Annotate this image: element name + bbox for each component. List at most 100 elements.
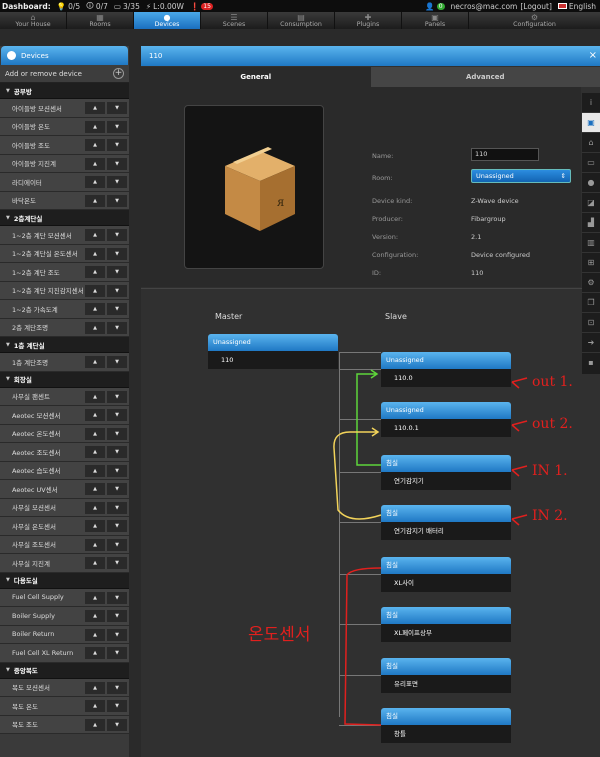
language-select[interactable]: English	[557, 2, 596, 11]
move-up-icon[interactable]: ▲	[85, 647, 105, 659]
tag-icon[interactable]: ◪	[582, 193, 600, 213]
move-up-icon[interactable]: ▲	[85, 176, 105, 188]
move-down-icon[interactable]: ▼	[107, 247, 127, 260]
house-icon[interactable]: ⌂	[582, 133, 600, 153]
sidebar-device-item[interactable]: 아이들방 조도 ▲ ▼	[0, 136, 129, 155]
move-up-icon[interactable]: ▲	[85, 303, 105, 315]
move-up-icon[interactable]: ▲	[85, 501, 105, 514]
sidebar-device-item[interactable]: 1~2층 계단 모션센서 ▲ ▼	[0, 226, 129, 245]
sidebar-device-item[interactable]: 사무실 조도센서 ▲ ▼	[0, 535, 129, 554]
move-up-icon[interactable]: ▲	[85, 700, 105, 712]
move-down-icon[interactable]: ▼	[107, 718, 127, 731]
sidebar-device-item[interactable]: Aeotec 모션센서 ▲ ▼	[0, 406, 129, 425]
chart-icon[interactable]: ▟	[582, 213, 600, 233]
sidebar-device-item[interactable]: 2층 계단조명 ▲ ▼	[0, 318, 129, 337]
move-up-icon[interactable]: ▲	[85, 409, 105, 421]
move-up-icon[interactable]: ▲	[85, 427, 105, 440]
sidebar-device-item[interactable]: Fuel Cell Supply ▲ ▼	[0, 588, 129, 607]
name-input[interactable]: 110	[471, 148, 539, 161]
move-down-icon[interactable]: ▼	[107, 520, 127, 532]
move-up-icon[interactable]: ▲	[85, 538, 105, 551]
move-down-icon[interactable]: ▼	[107, 700, 127, 712]
calendar-icon[interactable]: ▥	[582, 233, 600, 253]
move-down-icon[interactable]: ▼	[107, 157, 127, 170]
sidebar-device-item[interactable]: 복도 조도 ▲ ▼	[0, 715, 129, 734]
move-up-icon[interactable]: ▲	[85, 356, 105, 368]
bulb-icon[interactable]: ●	[582, 173, 600, 193]
move-down-icon[interactable]: ▼	[107, 102, 127, 114]
move-up-icon[interactable]: ▲	[85, 284, 105, 297]
sidebar-device-item[interactable]: 1~2층 가속도계 ▲ ▼	[0, 300, 129, 319]
move-up-icon[interactable]: ▲	[85, 557, 105, 569]
plugin-icon[interactable]: ⊡	[582, 313, 600, 333]
move-down-icon[interactable]: ▼	[107, 176, 127, 188]
move-down-icon[interactable]: ▼	[107, 464, 127, 477]
move-down-icon[interactable]: ▼	[107, 557, 127, 569]
settings-icon[interactable]: ⚙	[582, 273, 600, 293]
sidebar-device-item[interactable]: Aeotec 조도센서 ▲ ▼	[0, 443, 129, 462]
sidebar-device-item[interactable]: Fuel Cell XL Return ▲ ▼	[0, 644, 129, 663]
tab-plugins[interactable]: ✚ Plugins	[335, 12, 402, 29]
move-down-icon[interactable]: ▼	[107, 284, 127, 297]
move-down-icon[interactable]: ▼	[107, 591, 127, 604]
close-icon[interactable]: ×	[589, 50, 597, 61]
move-up-icon[interactable]: ▲	[85, 483, 105, 495]
tab-configuration[interactable]: ⚙ Configuration	[469, 12, 600, 29]
lamps-status[interactable]: 🛈 0/7	[86, 0, 108, 13]
sidebar-room-header[interactable]: ▼ 공부방	[0, 83, 129, 99]
tab-advanced[interactable]: Advanced	[370, 67, 600, 87]
move-down-icon[interactable]: ▼	[107, 321, 127, 334]
save-icon[interactable]: ▣	[582, 113, 600, 133]
arrow-icon[interactable]: ➜	[582, 333, 600, 353]
sidebar-device-item[interactable]: 1~2층 계단실 온도센서 ▲ ▼	[0, 244, 129, 263]
extra-icon[interactable]: ▪	[582, 353, 600, 373]
sidebar-room-header[interactable]: ▼ 다용도실	[0, 572, 129, 589]
move-down-icon[interactable]: ▼	[107, 139, 127, 151]
move-down-icon[interactable]: ▼	[107, 501, 127, 514]
move-down-icon[interactable]: ▼	[107, 628, 127, 641]
sidebar-room-header[interactable]: ▼ 중앙복도	[0, 662, 129, 679]
move-up-icon[interactable]: ▲	[85, 229, 105, 241]
tab-general[interactable]: General	[141, 67, 371, 87]
move-up-icon[interactable]: ▲	[85, 120, 105, 133]
move-up-icon[interactable]: ▲	[85, 628, 105, 641]
tab-rooms[interactable]: ▦ Rooms	[67, 12, 134, 29]
device-icon[interactable]: ▭	[582, 153, 600, 173]
move-up-icon[interactable]: ▲	[85, 390, 105, 403]
move-up-icon[interactable]: ▲	[85, 266, 105, 278]
room-select[interactable]: Unassigned ⇕	[471, 169, 571, 183]
sidebar-device-item[interactable]: 아이들방 지진계 ▲ ▼	[0, 154, 129, 173]
sidebar-device-item[interactable]: 바닥온도 ▲ ▼	[0, 191, 129, 210]
sidebar-device-item[interactable]: 1~2층 계단 지진감지센서 ▲ ▼	[0, 281, 129, 300]
sidebar-device-item[interactable]: 사무실 팬센트 ▲ ▼	[0, 387, 129, 406]
sidebar-device-item[interactable]: 사무실 지진계 ▲ ▼	[0, 554, 129, 573]
move-down-icon[interactable]: ▼	[107, 120, 127, 133]
power-status[interactable]: ⚡ L:0.00W	[146, 2, 184, 11]
alerts-status[interactable]: ❗ 15	[190, 2, 213, 11]
move-down-icon[interactable]: ▼	[107, 446, 127, 458]
move-up-icon[interactable]: ▲	[85, 718, 105, 731]
move-down-icon[interactable]: ▼	[107, 681, 127, 694]
move-down-icon[interactable]: ▼	[107, 647, 127, 659]
copy-icon[interactable]: ❐	[582, 293, 600, 313]
move-up-icon[interactable]: ▲	[85, 102, 105, 114]
move-down-icon[interactable]: ▼	[107, 194, 127, 207]
info-icon[interactable]: i	[582, 93, 600, 113]
bulbs-status[interactable]: 💡 0/5	[57, 2, 80, 11]
move-up-icon[interactable]: ▲	[85, 681, 105, 694]
move-down-icon[interactable]: ▼	[107, 356, 127, 368]
sidebar-room-header[interactable]: ▼ 2층계단실	[0, 210, 129, 226]
logout-link[interactable]: [Logout]	[520, 2, 552, 11]
move-down-icon[interactable]: ▼	[107, 229, 127, 241]
move-down-icon[interactable]: ▼	[107, 610, 127, 622]
move-up-icon[interactable]: ▲	[85, 464, 105, 477]
add-remove-device-button[interactable]: Add or remove device +	[0, 65, 129, 83]
tab-scenes[interactable]: ☰ Scenes	[201, 12, 268, 29]
tab-consumption[interactable]: ▤ Consumption	[268, 12, 335, 29]
move-down-icon[interactable]: ▼	[107, 427, 127, 440]
tab-panels[interactable]: ▣ Panels	[402, 12, 469, 29]
sidebar-device-item[interactable]: 사무실 온도센서 ▲ ▼	[0, 517, 129, 536]
move-up-icon[interactable]: ▲	[85, 139, 105, 151]
move-down-icon[interactable]: ▼	[107, 390, 127, 403]
sidebar-device-item[interactable]: 복도 온도 ▲ ▼	[0, 697, 129, 716]
